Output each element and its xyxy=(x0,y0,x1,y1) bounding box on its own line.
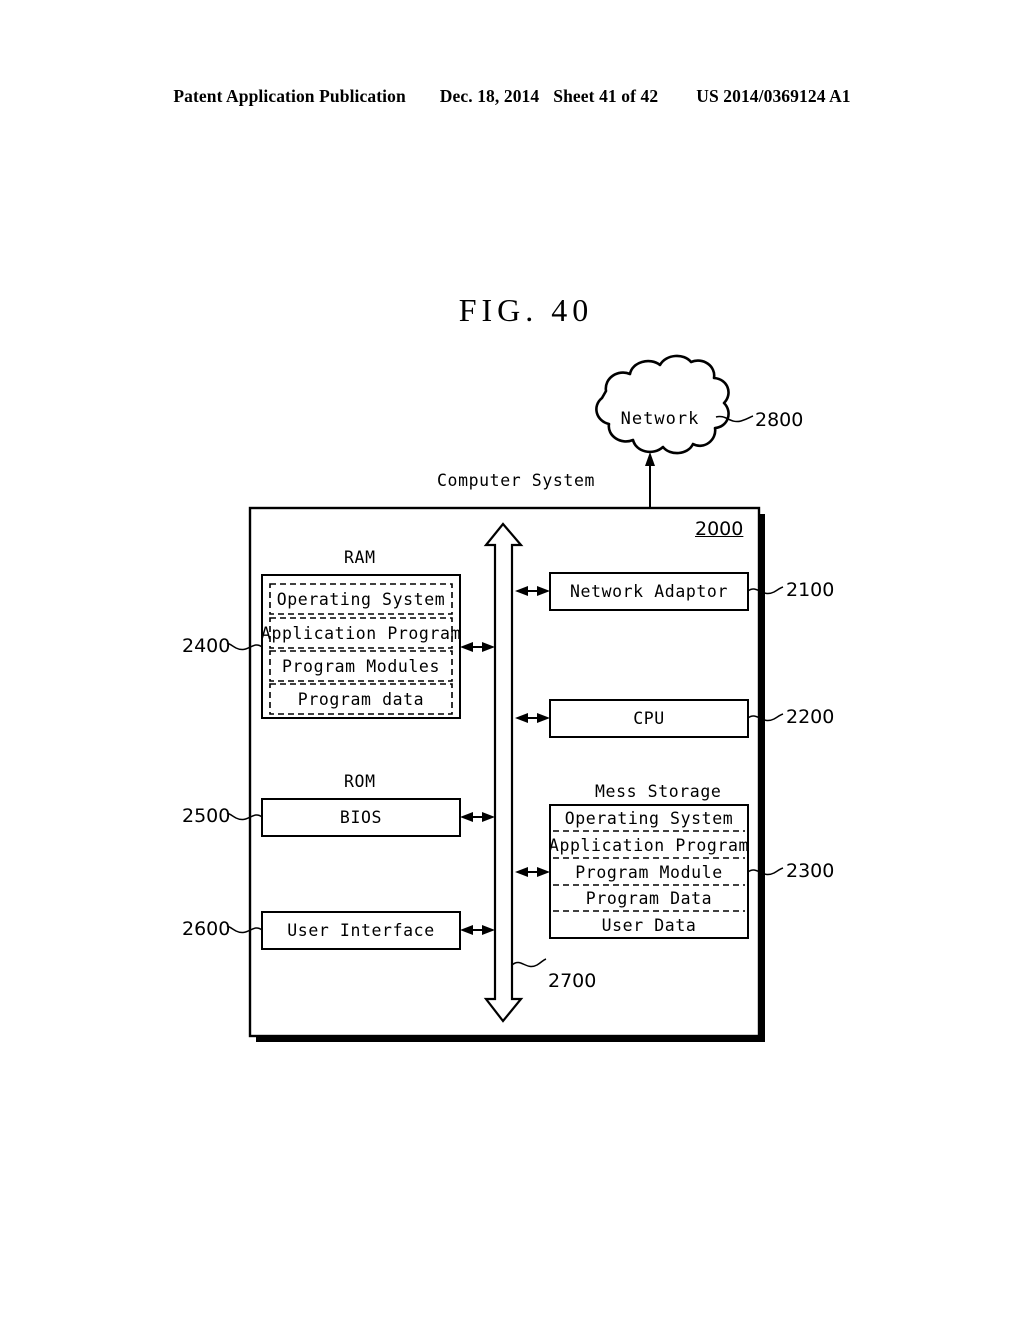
ref-2100: 2100 xyxy=(786,579,835,601)
cpu-label: CPU xyxy=(633,709,665,728)
ref-2600: 2600 xyxy=(182,918,231,940)
leader-line-2200 xyxy=(747,713,784,722)
ram-item-program-data: Program data xyxy=(297,689,425,709)
ram-bus-connector xyxy=(460,642,495,652)
cpu-bus-connector xyxy=(515,713,550,723)
cloud-to-adaptor-arrow xyxy=(645,452,655,574)
ram-item-program-modules: Program Modules xyxy=(281,656,440,676)
ram-item-application-program: Application Program xyxy=(260,623,462,643)
leader-line-2600 xyxy=(226,925,263,934)
mass-storage-item-user-data: User Data xyxy=(601,915,697,935)
network-cloud-label: Network xyxy=(620,409,700,429)
mass-storage-item-program-module: Program Module xyxy=(575,862,723,882)
ref-2400: 2400 xyxy=(182,635,231,657)
bios-label: BIOS xyxy=(339,808,383,827)
diagram-canvas xyxy=(226,354,784,1042)
mass-storage-item-application-program: Application Program xyxy=(548,835,750,855)
header-sheet: Sheet 41 of 42 xyxy=(553,86,659,106)
system-bus xyxy=(483,522,524,1023)
ram-caption: RAM xyxy=(344,548,376,567)
ref-2300: 2300 xyxy=(786,860,835,882)
mass-storage-bus-connector xyxy=(515,867,550,877)
leader-line-2300 xyxy=(747,867,784,876)
bios-bus-connector xyxy=(460,812,495,822)
header-date: Dec. 18, 2014 xyxy=(439,86,540,106)
rom-caption: ROM xyxy=(344,772,376,791)
leader-line-2800 xyxy=(715,415,754,423)
patent-header: Patent Application Publication Dec. 18, 2… xyxy=(0,86,1024,107)
ref-2700: 2700 xyxy=(548,970,597,992)
mass-storage-caption: Mess Storage xyxy=(595,782,722,801)
ref-2000: 2000 xyxy=(695,518,744,540)
ref-2200: 2200 xyxy=(786,706,835,728)
computer-system-caption: Computer System xyxy=(437,471,596,490)
leader-line-2100 xyxy=(747,586,784,595)
figure-title: FIG. 40 xyxy=(458,292,594,328)
ram-item-operating-system: Operating System xyxy=(276,589,446,609)
ref-2500: 2500 xyxy=(182,805,231,827)
ref-2800: 2800 xyxy=(755,409,804,431)
leader-line-2400 xyxy=(226,642,263,651)
header-publication: Patent Application Publication xyxy=(173,86,406,106)
network-adaptor-bus-connector xyxy=(515,586,550,596)
mass-storage-item-operating-system: Operating System xyxy=(564,809,734,828)
mass-storage-item-program-data: Program Data xyxy=(585,889,713,908)
user-interface-bus-connector xyxy=(460,925,495,935)
network-cloud-shape xyxy=(595,354,730,455)
user-interface-label: User Interface xyxy=(287,921,435,940)
network-adaptor-label: Network Adaptor xyxy=(569,582,728,601)
leader-line-2500 xyxy=(226,812,263,821)
header-patent-number: US 2014/0369124 A1 xyxy=(696,86,851,106)
leader-line-2700 xyxy=(511,958,547,968)
